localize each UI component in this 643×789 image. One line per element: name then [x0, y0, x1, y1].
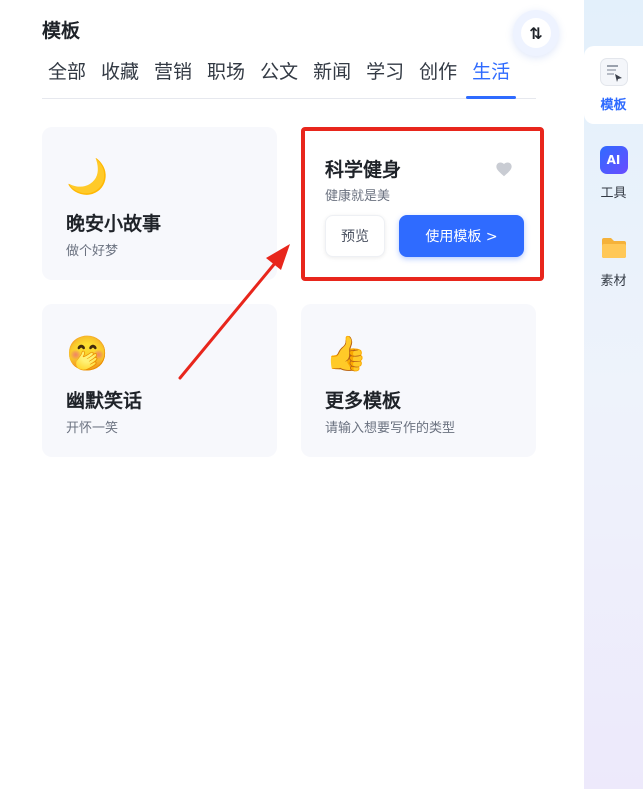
card-title: 晚安小故事 — [66, 213, 162, 235]
card-subtitle: 请输入想要写作的类型 — [325, 421, 456, 436]
tab-life[interactable]: 生活 — [466, 58, 517, 99]
folder-icon — [600, 234, 628, 262]
preview-button[interactable]: 预览 — [325, 215, 385, 257]
sidebar-item-materials[interactable]: 素材 — [584, 222, 643, 300]
tab-marketing[interactable]: 营销 — [148, 58, 198, 98]
ai-tool-icon: AI — [599, 146, 628, 174]
moon-icon: 🌙 — [66, 157, 109, 197]
template-card-fitness[interactable]: 科学健身 健康就是美 预览 使用模板 > — [301, 127, 544, 281]
template-card-goodnight[interactable]: 🌙 晚安小故事 做个好梦 — [42, 127, 277, 280]
sidebar-item-tools[interactable]: AI 工具 — [584, 134, 643, 212]
page-title: 模板 — [42, 20, 81, 42]
tab-official-docs[interactable]: 公文 — [254, 58, 304, 98]
card-title: 科学健身 — [325, 159, 402, 181]
thumbs-up-icon: 👍 — [325, 334, 368, 374]
card-subtitle: 开怀一笑 — [66, 421, 119, 436]
hand-over-mouth-icon: 🤭 — [66, 334, 109, 374]
sort-arrows-icon: ⇅ — [521, 18, 551, 48]
template-panel: 模板 ⇅ 全部 收藏 营销 职场 公文 新闻 学习 创作 生活 🌙 晚安小故事 … — [0, 0, 584, 789]
tab-news[interactable]: 新闻 — [307, 58, 357, 98]
template-icon — [599, 58, 628, 86]
tab-favorites[interactable]: 收藏 — [95, 58, 145, 98]
template-card-more[interactable]: 👍 更多模板 请输入想要写作的类型 — [301, 304, 536, 457]
tab-all[interactable]: 全部 — [42, 58, 92, 98]
sidebar-item-label: 工具 — [600, 186, 627, 201]
tab-creation[interactable]: 创作 — [413, 58, 463, 98]
card-title: 幽默笑话 — [66, 390, 143, 412]
card-subtitle: 做个好梦 — [66, 244, 119, 259]
use-template-button[interactable]: 使用模板 > — [399, 215, 524, 257]
tab-workplace[interactable]: 职场 — [201, 58, 251, 98]
tab-study[interactable]: 学习 — [360, 58, 410, 98]
template-card-jokes[interactable]: 🤭 幽默笑话 开怀一笑 — [42, 304, 277, 457]
sidebar-item-label: 模板 — [600, 98, 627, 113]
sidebar-item-label: 素材 — [600, 274, 627, 289]
card-subtitle: 健康就是美 — [325, 189, 391, 204]
card-title: 更多模板 — [325, 390, 402, 412]
category-tabs: 全部 收藏 营销 职场 公文 新闻 学习 创作 生活 — [42, 58, 536, 99]
sidebar-item-template[interactable]: 模板 — [584, 46, 643, 124]
heart-icon[interactable] — [495, 161, 513, 177]
right-sidebar: 模板 AI 工具 素材 — [584, 0, 643, 789]
sort-button[interactable]: ⇅ — [513, 10, 559, 56]
